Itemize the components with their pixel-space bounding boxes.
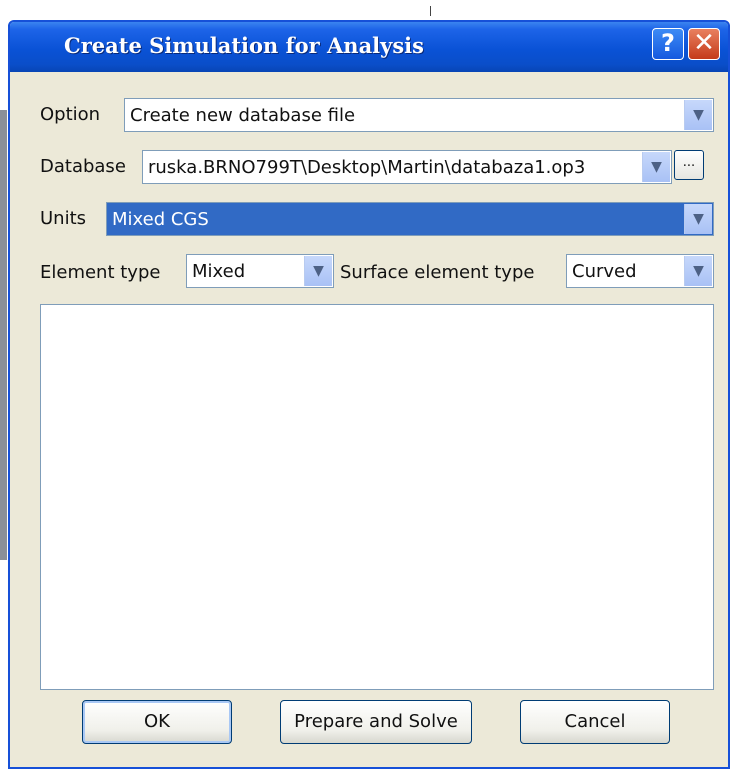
- element-type-label: Element type: [40, 262, 161, 283]
- prepare-and-solve-button[interactable]: Prepare and Solve: [280, 700, 472, 744]
- dialog-title: Create Simulation for Analysis: [64, 33, 424, 58]
- help-button[interactable]: ?: [652, 28, 684, 60]
- title-bar[interactable]: Create Simulation for Analysis ? ✕: [10, 22, 728, 72]
- create-simulation-dialog: Create Simulation for Analysis ? ✕ Optio…: [8, 20, 730, 769]
- chevron-down-icon[interactable]: ▼: [684, 100, 712, 130]
- content-panel: [40, 304, 714, 690]
- surface-element-type-value: Curved: [572, 261, 637, 282]
- chevron-down-icon[interactable]: ▼: [642, 152, 670, 182]
- browse-button[interactable]: ...: [674, 150, 704, 180]
- background-window-edge: [0, 110, 7, 560]
- background-mark: [430, 6, 431, 16]
- chevron-down-icon[interactable]: ▼: [684, 256, 712, 286]
- close-button[interactable]: ✕: [688, 28, 720, 60]
- units-value: Mixed CGS: [109, 209, 212, 230]
- chevron-down-icon[interactable]: ▼: [304, 256, 332, 286]
- database-label: Database: [40, 156, 126, 177]
- units-label: Units: [40, 208, 87, 229]
- option-select[interactable]: Create new database file ▼: [124, 98, 714, 132]
- surface-element-type-label: Surface element type: [340, 262, 535, 283]
- element-type-select[interactable]: Mixed ▼: [186, 254, 334, 288]
- help-icon: ?: [661, 29, 675, 57]
- chevron-down-icon[interactable]: ▼: [684, 204, 712, 234]
- option-value: Create new database file: [130, 105, 356, 126]
- ok-button[interactable]: OK: [82, 700, 232, 744]
- option-label: Option: [40, 104, 101, 125]
- surface-element-type-select[interactable]: Curved ▼: [566, 254, 714, 288]
- element-type-value: Mixed: [192, 261, 246, 282]
- cancel-button[interactable]: Cancel: [520, 700, 670, 744]
- browse-icon: ...: [682, 155, 696, 170]
- units-select[interactable]: Mixed CGS ▼: [106, 202, 714, 236]
- database-value: ruska.BRNO799T\Desktop\Martin\databaza1.…: [148, 157, 586, 178]
- database-select[interactable]: ruska.BRNO799T\Desktop\Martin\databaza1.…: [142, 150, 672, 184]
- close-icon: ✕: [693, 28, 715, 58]
